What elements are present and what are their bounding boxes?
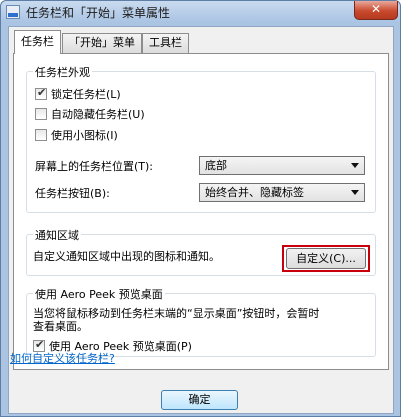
aero-peek-description-line2: 查看桌面。: [33, 320, 88, 333]
location-dropdown[interactable]: 底部: [199, 156, 365, 175]
close-icon: ✕: [370, 2, 382, 16]
appearance-group-title: 任务栏外观: [33, 64, 92, 80]
chevron-down-icon: [351, 190, 359, 195]
properties-window: 任务栏和「开始」菜单属性 ✕ 任务栏 「开始」菜单 工具栏 任务栏外观 锁定任务…: [0, 0, 401, 417]
lock-taskbar-checkbox[interactable]: [35, 86, 47, 100]
tab-toolbars[interactable]: 工具栏: [142, 33, 189, 53]
location-value: 底部: [205, 159, 227, 172]
aero-peek-group: 使用 Aero Peek 预览桌面 当您将鼠标移动到任务栏末端的“显示桌面”按钮…: [26, 286, 376, 357]
lock-taskbar-row[interactable]: 锁定任务栏(L): [35, 86, 121, 102]
small-icons-row[interactable]: 使用小图标(I): [35, 127, 118, 143]
customize-notifications-button[interactable]: 自定义(C)...: [286, 248, 366, 269]
buttons-value: 始终合并、隐藏标签: [205, 186, 304, 199]
aero-peek-group-title: 使用 Aero Peek 预览桌面: [33, 286, 165, 302]
taskbar-properties-icon: [6, 5, 20, 19]
small-icons-checkbox[interactable]: [35, 129, 47, 141]
auto-hide-label: 自动隐藏任务栏(U): [51, 108, 145, 121]
notification-group: 通知区域 自定义通知区域中出现的图标和通知。 自定义(C)...: [26, 227, 376, 276]
chevron-down-icon: [351, 163, 359, 168]
tab-start-menu[interactable]: 「开始」菜单: [62, 33, 142, 53]
notification-description: 自定义通知区域中出现的图标和通知。: [33, 250, 220, 263]
location-label: 屏幕上的任务栏位置(T):: [35, 160, 154, 173]
close-button[interactable]: ✕: [354, 1, 398, 20]
window-title: 任务栏和「开始」菜单属性: [26, 6, 171, 20]
buttons-dropdown[interactable]: 始终合并、隐藏标签: [199, 183, 365, 202]
buttons-label: 任务栏按钮(B):: [35, 187, 110, 200]
lock-taskbar-label: 锁定任务栏(L): [51, 88, 121, 101]
appearance-group: 任务栏外观 锁定任务栏(L) 自动隐藏任务栏(U) 使用小图标(I) 屏幕上的任…: [26, 64, 376, 213]
dialog-client: 任务栏 「开始」菜单 工具栏 任务栏外观 锁定任务栏(L) 自动隐藏任务栏(U)…: [8, 26, 394, 414]
notification-group-title: 通知区域: [33, 227, 81, 243]
small-icons-label: 使用小图标(I): [51, 129, 118, 142]
tab-panel: 任务栏外观 锁定任务栏(L) 自动隐藏任务栏(U) 使用小图标(I) 屏幕上的任…: [13, 53, 389, 370]
ok-button[interactable]: 确定: [161, 390, 238, 410]
title-bar[interactable]: 任务栏和「开始」菜单属性 ✕: [1, 1, 400, 23]
help-link[interactable]: 如何自定义该任务栏?: [10, 350, 115, 366]
auto-hide-checkbox[interactable]: [35, 108, 47, 120]
tab-taskbar[interactable]: 任务栏: [14, 30, 61, 54]
auto-hide-row[interactable]: 自动隐藏任务栏(U): [35, 106, 145, 122]
